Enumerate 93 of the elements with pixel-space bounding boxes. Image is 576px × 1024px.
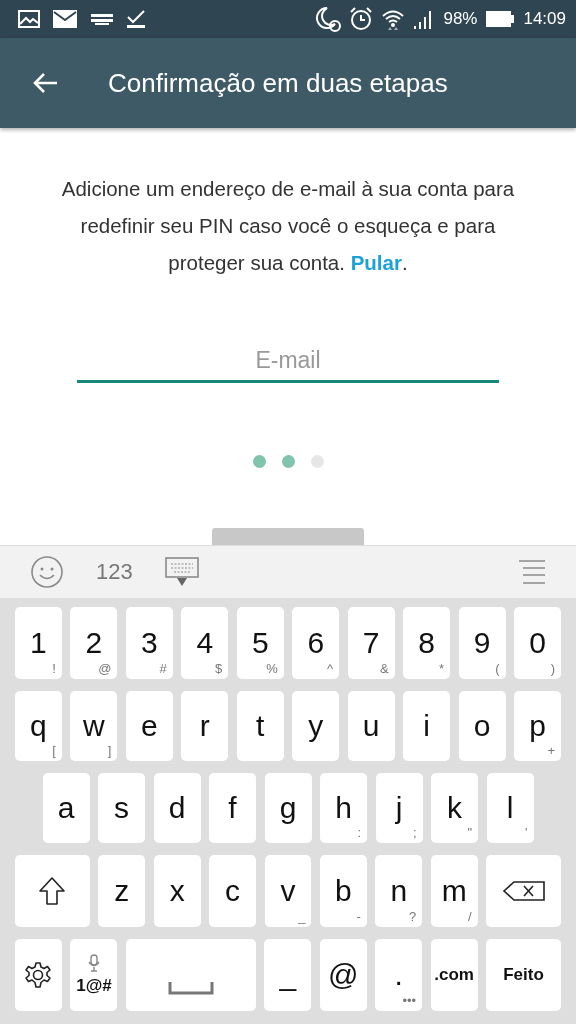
settings-icon: [24, 961, 53, 989]
wifi-icon: [381, 8, 406, 30]
key-hint: +: [547, 744, 555, 757]
keyboard-key[interactable]: p +: [514, 691, 561, 761]
key-hint: ]: [107, 744, 112, 757]
battery-icon: [485, 10, 516, 28]
keyboard-key[interactable]: n ?: [375, 855, 423, 927]
key-hint: #: [159, 662, 167, 675]
key-hint: :: [357, 826, 361, 839]
key-hint: (: [495, 662, 500, 675]
keyboard-key[interactable]: l ': [486, 773, 534, 843]
key-hint: ": [467, 826, 472, 839]
key-hint: ?: [409, 910, 417, 923]
keyboard-key[interactable]: 2 @: [70, 607, 118, 679]
key-hint: •••: [402, 994, 417, 1007]
keyboard-key[interactable]: @: [319, 939, 367, 1011]
intro-text: Adicione um endereço de e-mail à sua conta para redefinir seu PIN caso você o esqueça e para proteger sua conta. Pular.: [60, 176, 516, 276]
keyboard-key[interactable]: 0 ): [514, 607, 561, 679]
clock-time: 14:09: [523, 9, 566, 29]
image-icon: [18, 10, 40, 28]
key-hint: ;: [412, 826, 417, 839]
key-hint: &: [380, 662, 389, 675]
mail-icon: [52, 9, 78, 29]
settings-key[interactable]: [15, 939, 62, 1011]
keyboard-key[interactable]: 1 !: [15, 607, 62, 679]
keyboard-key[interactable]: 6 ^: [292, 607, 340, 679]
keyboard-key[interactable]: x: [153, 855, 201, 927]
keyboard-key[interactable]: 8 *: [403, 607, 451, 679]
backspace-key[interactable]: [486, 855, 561, 927]
done-key[interactable]: Feito: [486, 939, 561, 1011]
keyboard-key[interactable]: 9 (: [458, 607, 506, 679]
key-hint: /: [468, 910, 472, 923]
keyboard-key[interactable]: . •••: [375, 939, 423, 1011]
key-hint: $: [215, 662, 223, 675]
keyboard-key[interactable]: 3 #: [125, 607, 173, 679]
battery-percent: 98%: [443, 9, 478, 29]
keyboard-key[interactable]: b -: [319, 855, 367, 927]
key-hint: ^: [327, 662, 334, 675]
keyboard-icon: [90, 12, 114, 26]
keyboard-key[interactable]: y: [292, 691, 340, 761]
smiley-icon: [30, 555, 64, 589]
keyboard-key[interactable]: d: [153, 773, 201, 843]
keyboard-key[interactable]: g: [264, 773, 312, 843]
keyboard-key[interactable]: .com: [430, 939, 478, 1011]
keyboard-down-icon: [164, 557, 199, 587]
keyboard-key[interactable]: _: [264, 939, 312, 1011]
keyboard-key[interactable]: 5 %: [236, 607, 284, 679]
moon-alarm-icon: [315, 6, 342, 32]
keyboard-key[interactable]: 4 $: [181, 607, 229, 679]
microphone-icon: [87, 954, 100, 972]
keyboard-key[interactable]: v _: [264, 855, 312, 927]
key-hint: ': [525, 826, 528, 839]
key-hint: *: [439, 662, 445, 675]
space-bar-icon: [167, 981, 214, 995]
keyboard-key[interactable]: z: [98, 855, 146, 927]
keyboard-key[interactable]: o: [458, 691, 506, 761]
hide-keyboard-button[interactable]: [164, 557, 199, 587]
keyboard-key[interactable]: m /: [430, 855, 478, 927]
keyboard-key[interactable]: t: [236, 691, 284, 761]
back-button[interactable]: [32, 72, 58, 94]
screen-title: Confirmação em duas etapas: [108, 67, 448, 99]
numbers-button[interactable]: 123: [96, 559, 133, 585]
back-arrow-icon: [32, 72, 58, 94]
checkmark-icon: [126, 9, 146, 29]
key-hint: !: [52, 662, 56, 675]
symbols-key[interactable]: 1@#: [70, 939, 118, 1011]
keyboard-key[interactable]: e: [125, 691, 173, 761]
keyboard-key[interactable]: c: [209, 855, 257, 927]
backspace-icon: [501, 880, 546, 902]
alarm-clock-icon: [349, 7, 374, 31]
menu-icon: [518, 559, 546, 585]
key-hint: _: [298, 910, 306, 923]
keyboard-key[interactable]: u: [347, 691, 395, 761]
keyboard-key[interactable]: 7 &: [347, 607, 395, 679]
shift-arrow-icon: [38, 876, 67, 906]
key-hint: -: [356, 910, 361, 923]
key-hint: [: [52, 744, 56, 757]
key-hint: @: [98, 662, 112, 675]
emoji-button[interactable]: [30, 555, 64, 589]
keyboard-key[interactable]: k ": [431, 773, 478, 843]
keyboard-key[interactable]: s: [98, 773, 145, 843]
key-hint: %: [266, 662, 278, 675]
keyboard-key[interactable]: j ;: [375, 773, 423, 843]
keyboard-key[interactable]: a: [42, 773, 90, 843]
keyboard-key[interactable]: r: [181, 691, 229, 761]
keyboard-key[interactable]: i: [403, 691, 451, 761]
keyboard-handle[interactable]: [212, 528, 364, 545]
keyboard-key[interactable]: f: [209, 773, 256, 843]
keyboard-key[interactable]: w ]: [70, 691, 118, 761]
shift-key[interactable]: [15, 855, 90, 927]
keyboard-key[interactable]: q [: [15, 691, 62, 761]
keyboard-key[interactable]: h :: [320, 773, 367, 843]
key-hint: ): [550, 662, 555, 675]
